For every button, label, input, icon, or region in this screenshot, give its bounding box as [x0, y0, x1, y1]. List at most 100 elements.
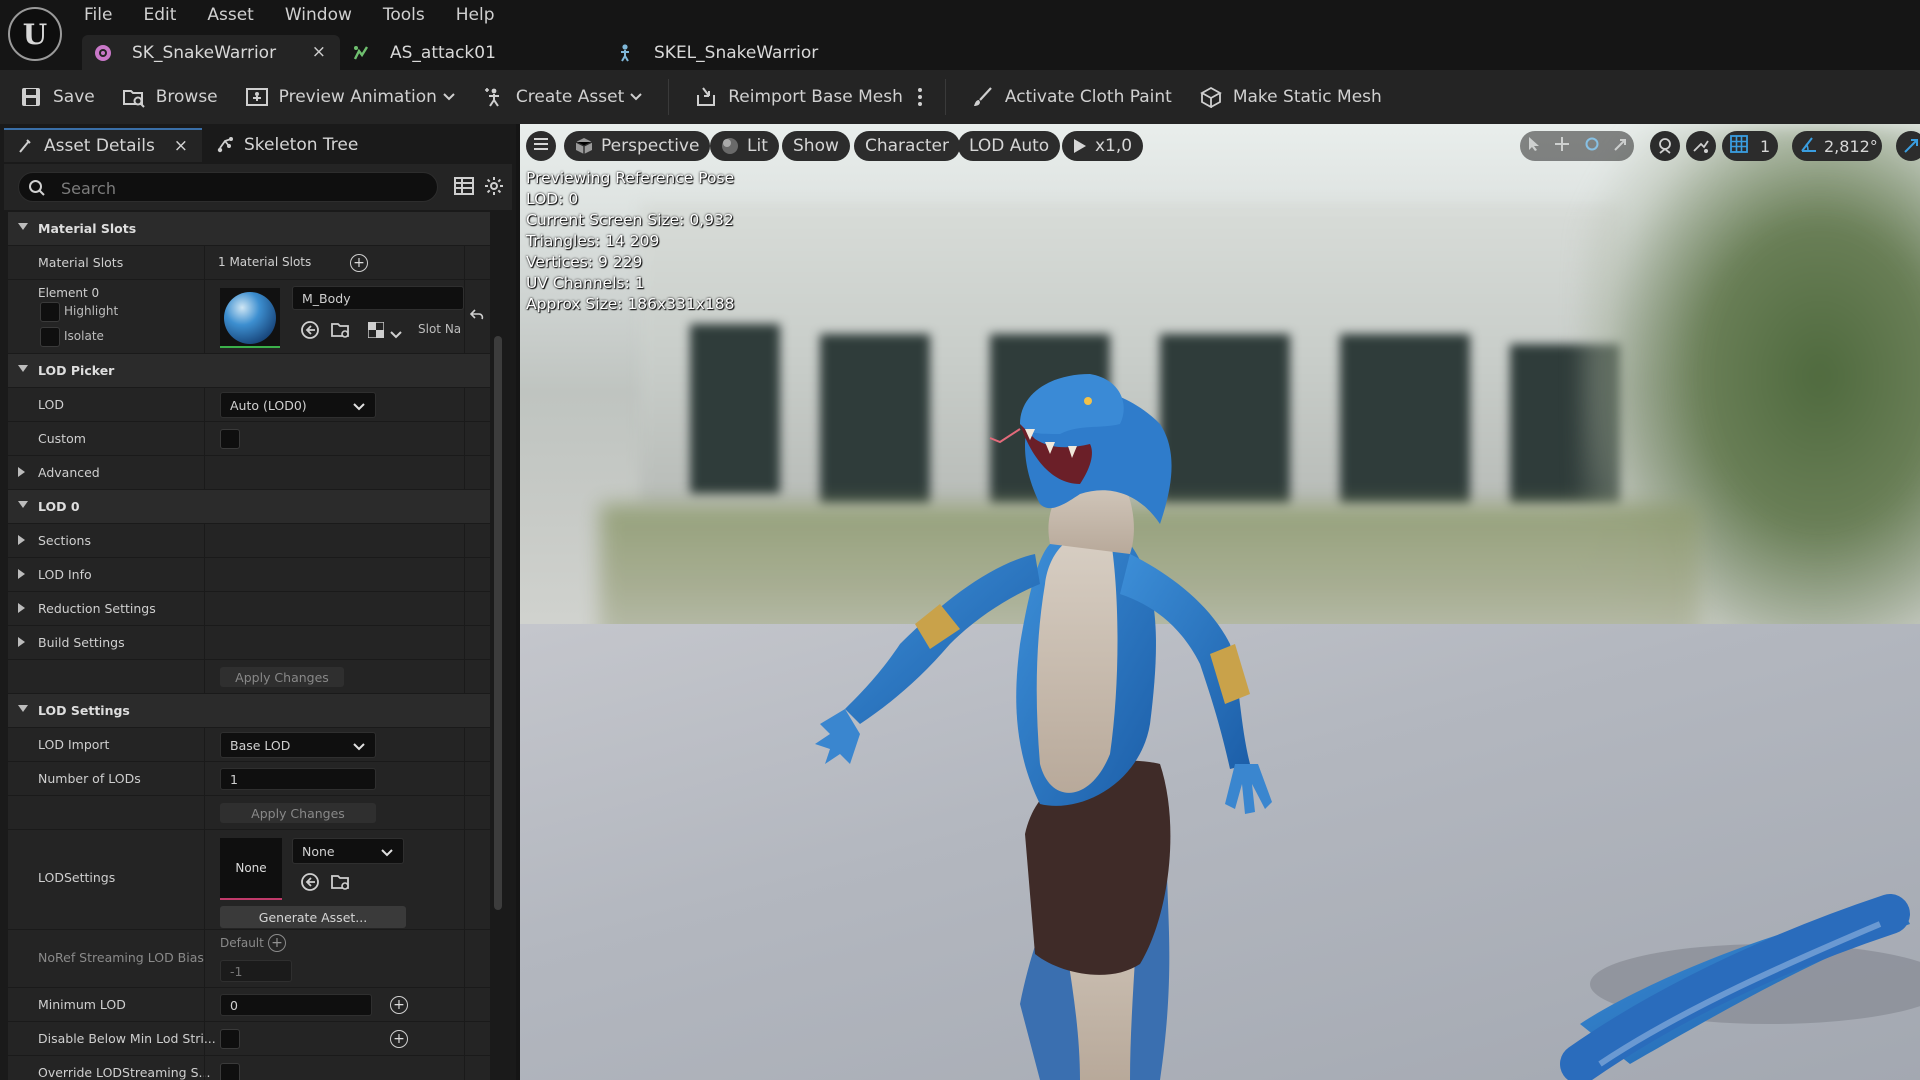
add-override-icon[interactable]: + [390, 1030, 408, 1048]
surface-snap-icon[interactable] [1686, 131, 1716, 161]
tab-as-attack01[interactable]: AS_attack01 [340, 35, 604, 70]
apply-changes-button[interactable]: Apply Changes [220, 667, 344, 687]
use-selected-arrow-icon[interactable] [300, 320, 320, 344]
highlight-checkbox[interactable] [40, 302, 60, 322]
row-lod-info[interactable]: LOD Info [8, 558, 490, 592]
move-icon[interactable] [1554, 136, 1570, 156]
material-thumbnail[interactable] [220, 288, 280, 348]
add-override-icon[interactable]: + [390, 996, 408, 1014]
unreal-logo[interactable]: U [8, 7, 62, 61]
row-build-settings[interactable]: Build Settings [8, 626, 490, 660]
menu-file[interactable]: File [84, 4, 112, 28]
minimum-lod-field[interactable]: 0 [220, 994, 372, 1016]
grid-snap-icon [1730, 135, 1748, 157]
row-advanced[interactable]: Advanced [8, 456, 490, 490]
paint-brush-icon [970, 84, 996, 110]
expand-arrow-icon [17, 466, 26, 481]
browse-folder-icon[interactable] [330, 872, 352, 896]
checker-texture-icon[interactable] [367, 321, 385, 342]
rotate-icon[interactable] [1584, 136, 1600, 156]
tab-skel-snakewarrior[interactable]: SKEL_SnakeWarrior [604, 35, 832, 70]
row-lod-import: LOD Import Base LOD [8, 728, 490, 762]
menu-asset[interactable]: Asset [207, 4, 253, 28]
rotation-snap-group[interactable]: 2,812° [1792, 131, 1882, 161]
select-arrow-icon[interactable] [1527, 136, 1541, 156]
add-material-slot-icon[interactable]: + [350, 254, 368, 272]
isolate-checkbox[interactable] [40, 327, 60, 347]
category-lod-picker[interactable]: LOD Picker [8, 354, 490, 388]
menu-window[interactable]: Window [285, 4, 352, 28]
preview-animation-button[interactable]: Preview Animation [244, 77, 455, 117]
chevron-down-icon[interactable] [390, 324, 402, 343]
lit-button[interactable]: Lit [710, 131, 779, 161]
reimport-base-mesh-button[interactable]: Reimport Base Mesh [693, 77, 903, 117]
toolbar: Save Browse Preview Animation Create Ass… [0, 70, 1920, 124]
static-mesh-icon [1198, 84, 1224, 110]
tab-asset-details[interactable]: Asset Details × [4, 128, 202, 162]
apply-changes-button[interactable]: Apply Changes [220, 803, 376, 823]
row-sections[interactable]: Sections [8, 524, 490, 558]
generate-asset-button[interactable]: Generate Asset... [220, 906, 406, 928]
viewport-menu-button[interactable] [526, 131, 556, 161]
save-button[interactable]: Save [18, 77, 95, 117]
category-material-slots[interactable]: Material Slots [8, 212, 490, 246]
skeleton-tree-icon [216, 136, 234, 154]
show-button[interactable]: Show [782, 131, 850, 161]
reset-arrow-icon[interactable] [469, 306, 484, 325]
scale-icon[interactable] [1613, 137, 1627, 156]
number-of-lods-field[interactable]: 1 [220, 768, 376, 790]
lod-import-dropdown[interactable]: Base LOD [220, 732, 376, 758]
world-local-icon[interactable] [1650, 131, 1680, 161]
menu-edit[interactable]: Edit [143, 4, 176, 28]
lod-auto-button[interactable]: LOD Auto [958, 131, 1061, 161]
category-lod-settings[interactable]: LOD Settings [8, 694, 490, 728]
tab-skeleton-tree[interactable]: Skeleton Tree [202, 128, 358, 162]
expand-arrow-icon [17, 534, 26, 549]
search-input[interactable] [59, 177, 419, 199]
scale-snap-icon[interactable] [1896, 131, 1920, 161]
more-options-icon[interactable] [917, 77, 923, 117]
stat-line: Approx Size: 186x331x188 [526, 295, 735, 313]
add-override-icon[interactable]: + [268, 934, 286, 952]
row-override-lodstreaming: Override LODStreaming S... [8, 1056, 490, 1080]
play-icon [1073, 138, 1087, 154]
collapse-arrow-icon [17, 222, 29, 234]
row-element-0: Element 0 Highlight Isolate M_Body Slot … [8, 280, 490, 354]
hamburger-icon [533, 136, 549, 156]
category-lod-0[interactable]: LOD 0 [8, 490, 490, 524]
make-static-mesh-button[interactable]: Make Static Mesh [1198, 77, 1382, 117]
play-speed-button[interactable]: x1,0 [1062, 131, 1144, 161]
menu-tools[interactable]: Tools [383, 4, 425, 28]
grid-snap-group[interactable]: 1 [1722, 131, 1778, 161]
browse-folder-icon[interactable] [330, 320, 352, 344]
lod-dropdown[interactable]: Auto (LOD0) [220, 392, 376, 418]
table-view-icon[interactable] [454, 177, 474, 199]
viewport[interactable]: Perspective Lit Show Character LOD Auto … [520, 124, 1920, 1080]
gear-icon[interactable] [484, 176, 504, 200]
close-icon[interactable]: × [174, 136, 188, 156]
search-box[interactable] [18, 172, 438, 202]
animation-sequence-icon [350, 42, 372, 64]
create-asset-button[interactable]: Create Asset [481, 77, 642, 117]
menu-help[interactable]: Help [456, 4, 495, 28]
reimport-icon [693, 84, 719, 110]
browse-button[interactable]: Browse [121, 77, 218, 117]
tab-close-icon[interactable]: × [312, 42, 326, 62]
lodsettings-thumbnail[interactable]: None [220, 838, 282, 900]
material-name-field[interactable]: M_Body [292, 286, 464, 310]
lodsettings-dropdown[interactable]: None [292, 838, 404, 864]
row-reduction-settings[interactable]: Reduction Settings [8, 592, 490, 626]
custom-checkbox[interactable] [220, 429, 240, 449]
use-selected-arrow-icon[interactable] [300, 872, 320, 896]
stat-line: Triangles: 14 209 [526, 232, 660, 250]
activate-cloth-paint-button[interactable]: Activate Cloth Paint [970, 77, 1172, 117]
perspective-button[interactable]: Perspective [564, 131, 711, 161]
details-scrollbar[interactable] [494, 336, 502, 910]
row-lod: LOD Auto (LOD0) [8, 388, 490, 422]
chevron-down-icon [353, 399, 365, 414]
character-button[interactable]: Character [854, 131, 960, 161]
override-lodstreaming-checkbox[interactable] [220, 1063, 240, 1080]
disable-below-checkbox[interactable] [220, 1029, 240, 1049]
tab-sk-snakewarrior[interactable]: SK_SnakeWarrior × [82, 35, 340, 70]
document-tabs: SK_SnakeWarrior × AS_attack01 SKEL_Snake… [82, 35, 832, 70]
